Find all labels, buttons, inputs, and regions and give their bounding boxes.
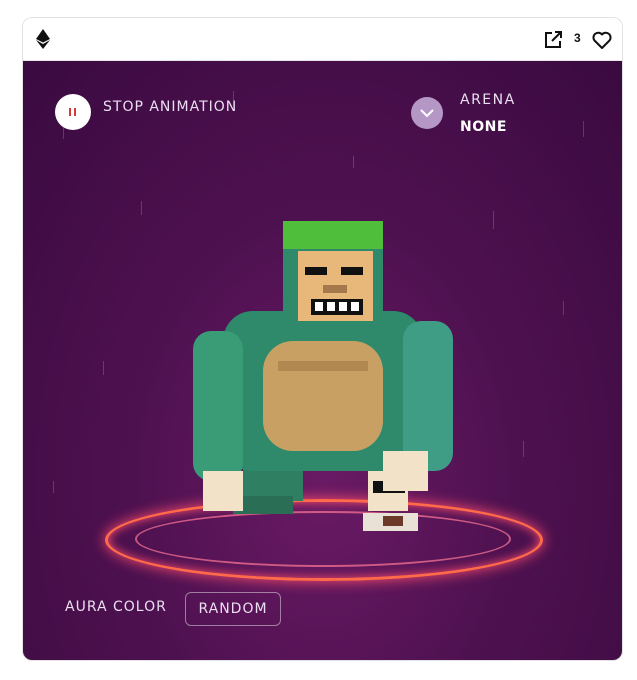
animation-stage: STOP ANIMATION ARENA NONE AURA COLOR RAN… [23,61,622,660]
gorilla-character [193,221,453,531]
chevron-down-icon [420,109,434,118]
rain-streak [523,441,524,457]
like-count: 3 [574,31,581,45]
rain-streak [103,361,104,375]
heart-icon[interactable] [591,29,613,51]
external-link-icon[interactable] [542,29,564,51]
stop-animation-button[interactable] [55,94,91,130]
rain-streak [563,301,564,315]
rain-streak [53,481,54,493]
ethereum-icon [36,29,50,49]
rain-streak [353,156,354,168]
rain-streak [583,121,584,137]
rain-streak [493,211,494,229]
card-header: 3 [23,18,622,61]
nft-card: 3 STOP ANIMATION ARENA NONE AURA COLOR R… [22,17,623,661]
arena-dropdown-button[interactable] [411,97,443,129]
aura-color-label: AURA COLOR [65,599,167,615]
rain-streak [141,201,142,215]
arena-value: NONE [460,119,507,135]
arena-label: ARENA [460,92,516,108]
aura-color-random-button[interactable]: RANDOM [185,592,281,626]
stop-animation-label: STOP ANIMATION [103,99,238,115]
pause-icon [69,108,77,116]
